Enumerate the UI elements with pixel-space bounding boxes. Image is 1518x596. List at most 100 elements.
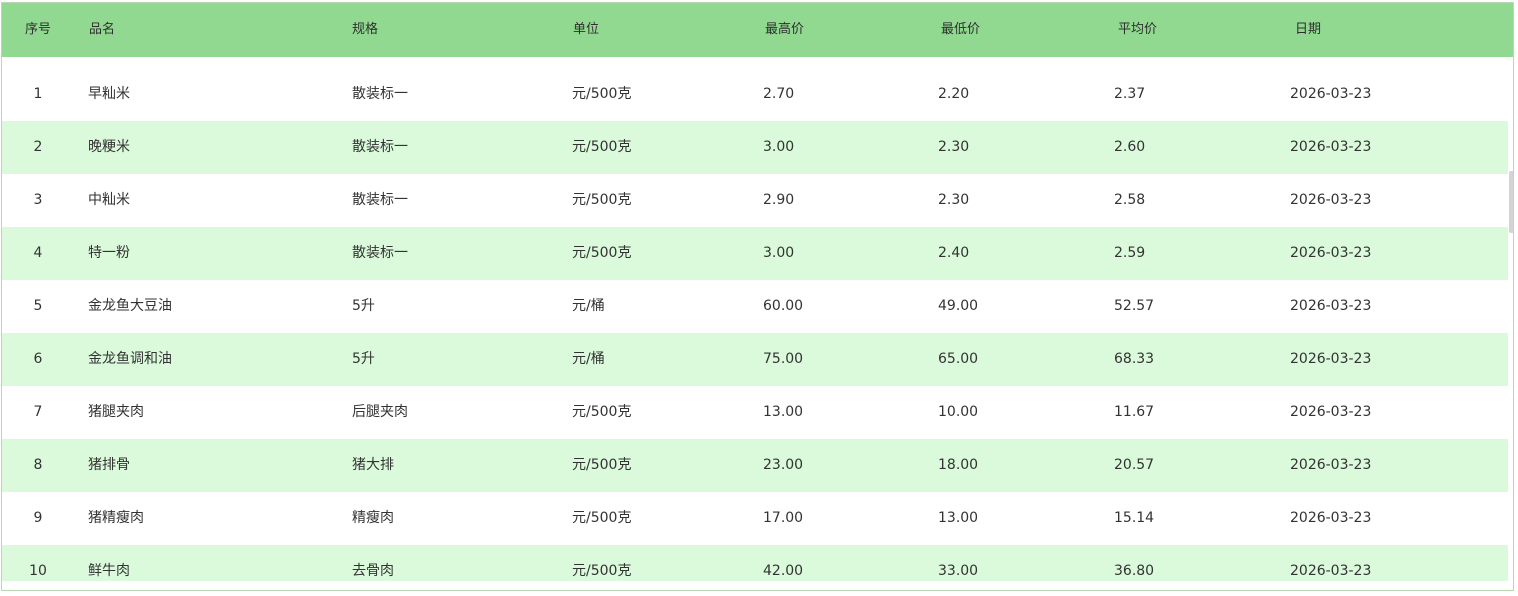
cell-spec: 5升 (352, 351, 375, 367)
cell-avg-price: 2.37 (1114, 86, 1146, 102)
cell-date: 2026-03-23 (1290, 192, 1372, 208)
vertical-scrollbar[interactable] (1508, 57, 1513, 581)
cell-avg-price: 52.57 (1114, 298, 1155, 314)
cell-avg-price: 68.33 (1114, 351, 1155, 367)
header-unit: 单位 (573, 22, 600, 37)
cell-min-price: 33.00 (938, 563, 979, 579)
cell-date: 2026-03-23 (1290, 404, 1372, 420)
cell-spec: 猪大排 (352, 457, 394, 473)
cell-min-price: 2.40 (938, 245, 970, 261)
cell-product-name: 早籼米 (88, 86, 130, 102)
cell-index: 4 (33, 245, 43, 261)
table-row: 5 金龙鱼大豆油 5升 元/桶 60.00 49.00 52.57 2026-0… (2, 280, 1508, 333)
table-row: 10 鲜牛肉 去骨肉 元/500克 42.00 33.00 36.80 2026… (2, 545, 1508, 581)
cell-index: 2 (33, 139, 43, 155)
cell-date: 2026-03-23 (1290, 298, 1372, 314)
cell-max-price: 42.00 (763, 563, 804, 579)
cell-min-price: 13.00 (938, 510, 979, 526)
cell-index: 8 (33, 457, 43, 473)
cell-unit: 元/桶 (572, 351, 605, 367)
header-spec: 规格 (352, 22, 379, 37)
cell-date: 2026-03-23 (1290, 351, 1372, 367)
cell-date: 2026-03-23 (1290, 457, 1372, 473)
cell-unit: 元/500克 (572, 192, 632, 208)
cell-index: 9 (33, 510, 43, 526)
table-row: 6 金龙鱼调和油 5升 元/桶 75.00 65.00 68.33 2026-0… (2, 333, 1508, 386)
cell-unit: 元/500克 (572, 510, 632, 526)
cell-product-name: 特一粉 (88, 245, 130, 261)
cell-min-price: 2.30 (938, 139, 970, 155)
cell-avg-price: 2.59 (1114, 245, 1146, 261)
cell-spec: 后腿夹肉 (352, 404, 408, 420)
table-row: 9 猪精瘦肉 精瘦肉 元/500克 17.00 13.00 15.14 2026… (2, 492, 1508, 545)
cell-max-price: 13.00 (763, 404, 804, 420)
header-date: 日期 (1295, 22, 1322, 37)
cell-avg-price: 11.67 (1114, 404, 1155, 420)
cell-index: 7 (33, 404, 43, 420)
table-row: 8 猪排骨 猪大排 元/500克 23.00 18.00 20.57 2026-… (2, 439, 1508, 492)
cell-date: 2026-03-23 (1290, 510, 1372, 526)
table-row: 3 中籼米 散装标一 元/500克 2.90 2.30 2.58 2026-03… (2, 174, 1508, 227)
cell-product-name: 猪排骨 (88, 457, 130, 473)
cell-unit: 元/500克 (572, 404, 632, 420)
cell-max-price: 23.00 (763, 457, 804, 473)
cell-index: 1 (33, 86, 43, 102)
header-product-name: 品名 (89, 22, 116, 37)
cell-unit: 元/500克 (572, 457, 632, 473)
cell-index: 3 (33, 192, 43, 208)
cell-min-price: 18.00 (938, 457, 979, 473)
cell-min-price: 2.20 (938, 86, 970, 102)
cell-spec: 去骨肉 (352, 563, 394, 579)
table-row: 7 猪腿夹肉 后腿夹肉 元/500克 13.00 10.00 11.67 202… (2, 386, 1508, 439)
header-max-price: 最高价 (765, 22, 805, 37)
cell-unit: 元/500克 (572, 563, 632, 579)
cell-avg-price: 2.60 (1114, 139, 1146, 155)
header-avg-price: 平均价 (1118, 22, 1158, 37)
cell-product-name: 鲜牛肉 (88, 563, 130, 579)
cell-avg-price: 20.57 (1114, 457, 1155, 473)
cell-spec: 精瘦肉 (352, 510, 394, 526)
cell-product-name: 金龙鱼调和油 (88, 351, 172, 367)
cell-min-price: 2.30 (938, 192, 970, 208)
scrollbar-thumb[interactable] (1509, 171, 1513, 233)
cell-index: 6 (33, 351, 43, 367)
cell-avg-price: 36.80 (1114, 563, 1155, 579)
cell-max-price: 3.00 (763, 245, 795, 261)
cell-spec: 散装标一 (352, 139, 408, 155)
cell-max-price: 60.00 (763, 298, 804, 314)
cell-date: 2026-03-23 (1290, 139, 1372, 155)
header-min-price: 最低价 (941, 22, 981, 37)
cell-date: 2026-03-23 (1290, 245, 1372, 261)
cell-product-name: 中籼米 (88, 192, 130, 208)
cell-unit: 元/桶 (572, 298, 605, 314)
cell-product-name: 猪精瘦肉 (88, 510, 144, 526)
table-footer-gap (2, 581, 1513, 590)
cell-max-price: 2.90 (763, 192, 795, 208)
cell-spec: 散装标一 (352, 245, 408, 261)
cell-product-name: 晚粳米 (88, 139, 130, 155)
cell-spec: 散装标一 (352, 192, 408, 208)
cell-min-price: 10.00 (938, 404, 979, 420)
cell-max-price: 75.00 (763, 351, 804, 367)
cell-index: 5 (33, 298, 43, 314)
cell-unit: 元/500克 (572, 245, 632, 261)
cell-spec: 5升 (352, 298, 375, 314)
cell-index: 10 (29, 563, 47, 579)
price-table-panel: 序号 品名 规格 单位 最高价 最低价 平均价 日期 1 早籼米 散装标一 元/… (1, 2, 1514, 591)
cell-unit: 元/500克 (572, 139, 632, 155)
cell-min-price: 49.00 (938, 298, 979, 314)
cell-avg-price: 2.58 (1114, 192, 1146, 208)
cell-max-price: 3.00 (763, 139, 795, 155)
table-header: 序号 品名 规格 单位 最高价 最低价 平均价 日期 (2, 3, 1513, 57)
table-body[interactable]: 1 早籼米 散装标一 元/500克 2.70 2.20 2.37 2026-03… (2, 57, 1508, 581)
cell-unit: 元/500克 (572, 86, 632, 102)
cell-avg-price: 15.14 (1114, 510, 1155, 526)
table-row: 4 特一粉 散装标一 元/500克 3.00 2.40 2.59 2026-03… (2, 227, 1508, 280)
cell-product-name: 猪腿夹肉 (88, 404, 144, 420)
cell-date: 2026-03-23 (1290, 86, 1372, 102)
cell-max-price: 17.00 (763, 510, 804, 526)
cell-max-price: 2.70 (763, 86, 795, 102)
cell-spec: 散装标一 (352, 86, 408, 102)
table-row: 2 晚粳米 散装标一 元/500克 3.00 2.30 2.60 2026-03… (2, 121, 1508, 174)
header-index: 序号 (24, 22, 51, 37)
